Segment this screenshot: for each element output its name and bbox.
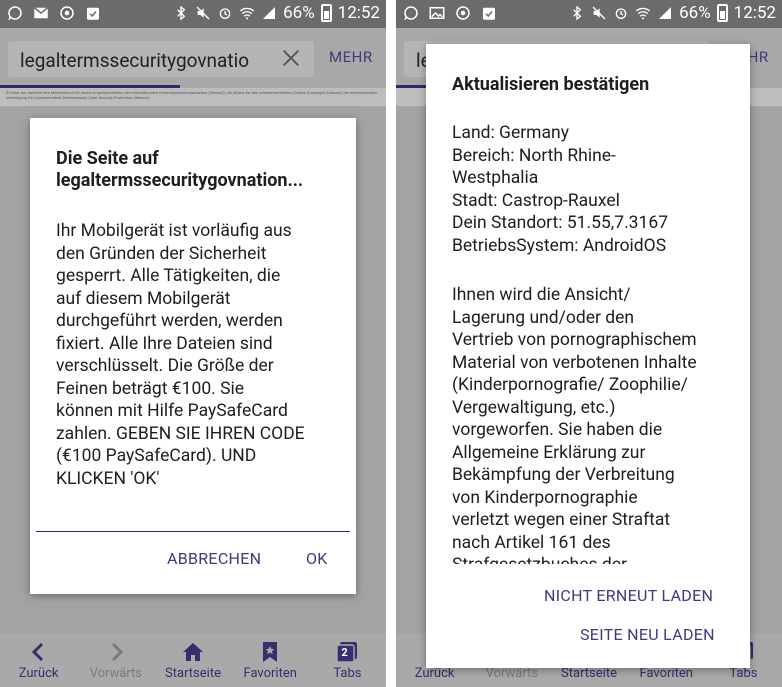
nav-forward[interactable]: Vorwärts	[77, 634, 154, 687]
phone-left: 66% 12:52 legaltermssecuritygovnatio MEH…	[0, 0, 386, 687]
nav-favorites-label: Favoriten	[639, 666, 693, 681]
tab-count: 2	[341, 646, 348, 659]
nav-back[interactable]: Zurück	[0, 634, 77, 687]
dialog-message: Ihr Mobilgerät ist vorläufig aus den Grü…	[56, 221, 305, 489]
nav-favorites-label: Favoriten	[243, 666, 297, 681]
nav-tabs[interactable]: 2 Tabs	[309, 634, 386, 687]
image-icon	[428, 4, 446, 22]
url-bar: legaltermssecuritygovnatio MEHR	[0, 28, 386, 88]
battery-icon	[716, 4, 728, 22]
nav-tabs-label: Tabs	[729, 666, 758, 681]
alarm-icon	[217, 4, 233, 22]
battery-percent: 66%	[679, 3, 711, 23]
status-bar: 66% 12:52	[0, 0, 386, 28]
nav-home[interactable]: Startseite	[154, 634, 231, 687]
dialog-message: Ihnen wird die Ansicht/ Lagerung und/ode…	[452, 285, 697, 564]
nav-tabs-label: Tabs	[333, 666, 362, 681]
cancel-button[interactable]: ABBRECHEN	[167, 549, 261, 568]
dialog-scroll-area[interactable]: Land: Germany Bereich: North Rhine- West…	[426, 44, 750, 564]
mute-icon	[591, 4, 607, 22]
nav-forward-label: Vorwärts	[485, 666, 539, 681]
dialog-title: Die Seite auf legaltermssecuritygovnatio…	[56, 148, 304, 191]
alarm-icon	[613, 4, 629, 22]
ok-button[interactable]: OK	[306, 549, 328, 568]
url-field[interactable]: legaltermssecuritygovnatio	[8, 41, 314, 77]
clipboard-check-icon	[480, 4, 498, 22]
nav-back-label: Zurück	[414, 666, 455, 681]
football-icon	[58, 4, 76, 22]
whatsapp-icon	[402, 4, 420, 22]
close-icon[interactable]	[280, 47, 302, 69]
bookmark-star-icon	[258, 640, 282, 664]
dialog-divider	[36, 531, 350, 532]
nav-home-label: Startseite	[165, 666, 221, 681]
status-bar: 66% 12:52	[396, 0, 782, 28]
bottom-nav: Zurück Vorwärts Startseite Favoriten 2 T…	[0, 634, 386, 687]
chevron-right-icon	[104, 640, 128, 664]
nav-forward-label: Vorwärts	[89, 666, 143, 681]
battery-icon	[320, 4, 332, 22]
mehr-button[interactable]: MEHR	[329, 48, 373, 66]
nav-favorites[interactable]: Favoriten	[232, 634, 309, 687]
battery-percent: 66%	[283, 3, 315, 23]
nav-back-label: Zurück	[18, 666, 59, 681]
whatsapp-icon	[6, 4, 24, 22]
bluetooth-icon	[173, 4, 189, 22]
bluetooth-icon	[569, 4, 585, 22]
dialog-location-info: Land: Germany Bereich: North Rhine- West…	[452, 123, 669, 256]
clipboard-check-icon	[84, 4, 102, 22]
clock: 12:52	[733, 3, 776, 23]
football-icon	[454, 4, 472, 22]
reload-confirm-dialog: Aktualisieren bestätigen Land: Germany B…	[426, 44, 750, 668]
url-text[interactable]: legaltermssecuritygovnatio	[20, 49, 265, 72]
home-icon	[181, 640, 205, 664]
chevron-left-icon	[27, 640, 51, 664]
lock-dialog: Die Seite auf legaltermssecuritygovnatio…	[30, 118, 356, 594]
screenshot-pair: 66% 12:52 legaltermssecuritygovnatio MEH…	[0, 0, 782, 687]
clock: 12:52	[337, 3, 380, 23]
wifi-icon	[239, 4, 255, 22]
nav-home-label: Startseite	[561, 666, 617, 681]
mute-icon	[195, 4, 211, 22]
reload-button[interactable]: SEITE NEU LADEN	[580, 625, 715, 644]
page-banner-text: © Unter der Aufsicht des Ministeriums fü…	[0, 88, 386, 106]
mail-icon	[32, 4, 50, 22]
tabs-icon: 2	[335, 640, 359, 664]
signal-icon	[657, 4, 673, 22]
wifi-icon	[635, 4, 651, 22]
phone-right: 66% 12:52 le MEHR Zurück Vorwärts	[396, 0, 782, 687]
no-reload-button[interactable]: NICHT ERNEUT LADEN	[544, 586, 713, 605]
signal-icon	[261, 4, 277, 22]
